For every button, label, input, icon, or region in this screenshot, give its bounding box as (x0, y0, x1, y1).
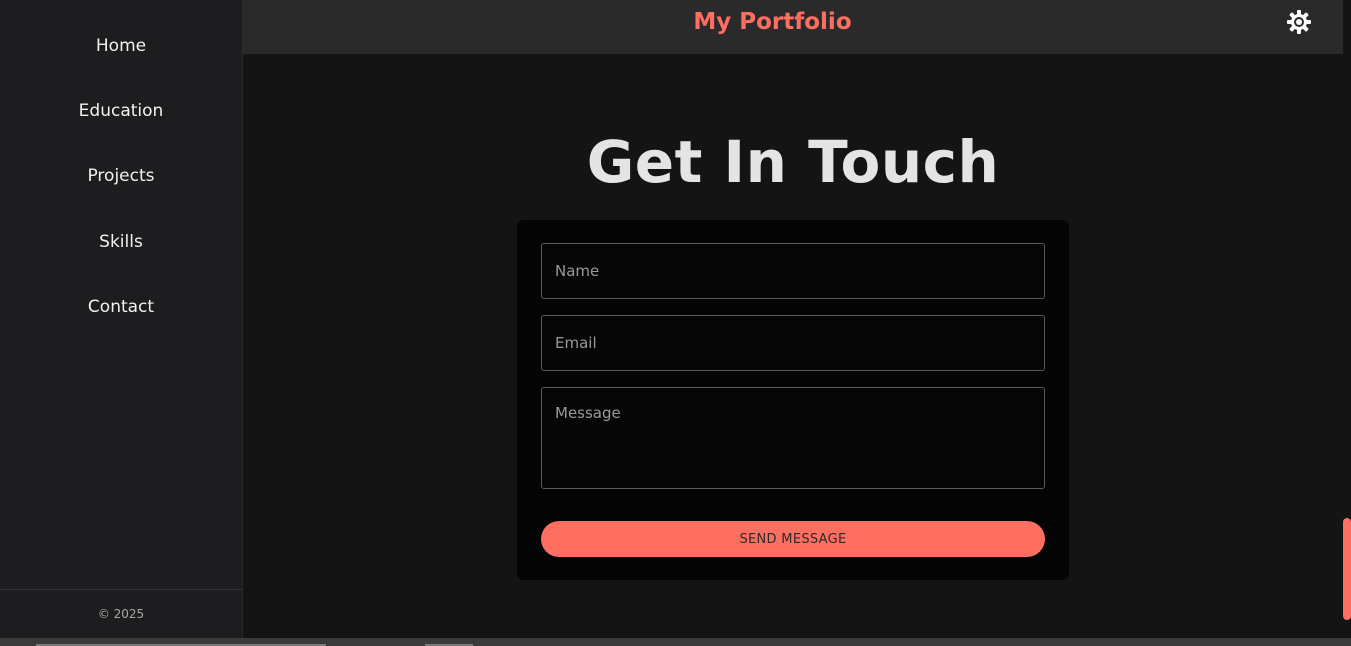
sidebar: Home Education Projects Skills Contact ©… (0, 0, 243, 638)
contact-heading: Get In Touch (586, 128, 1000, 196)
email-input[interactable] (541, 315, 1045, 371)
contact-form: SEND MESSAGE (517, 220, 1069, 580)
top-header: My Portfolio (243, 0, 1343, 54)
app-window: Home Education Projects Skills Contact ©… (0, 0, 1343, 638)
sidebar-item-home[interactable]: Home (0, 34, 242, 58)
sidebar-item-skills[interactable]: Skills (0, 230, 242, 254)
message-textarea[interactable] (541, 387, 1045, 489)
page-scrollbar[interactable] (1343, 0, 1351, 638)
scrollbar-thumb[interactable] (1343, 518, 1351, 620)
send-message-button[interactable]: SEND MESSAGE (541, 521, 1045, 557)
sidebar-item-education[interactable]: Education (0, 99, 242, 123)
theme-toggle-button[interactable] (1286, 9, 1312, 35)
sidebar-item-contact[interactable]: Contact (0, 295, 242, 319)
sidebar-item-projects[interactable]: Projects (0, 164, 242, 188)
name-input[interactable] (541, 243, 1045, 299)
sidebar-footer-copyright: © 2025 (0, 589, 242, 638)
bottom-edge (0, 638, 1351, 646)
sun-icon (1287, 10, 1311, 34)
site-title[interactable]: My Portfolio (243, 0, 1302, 44)
